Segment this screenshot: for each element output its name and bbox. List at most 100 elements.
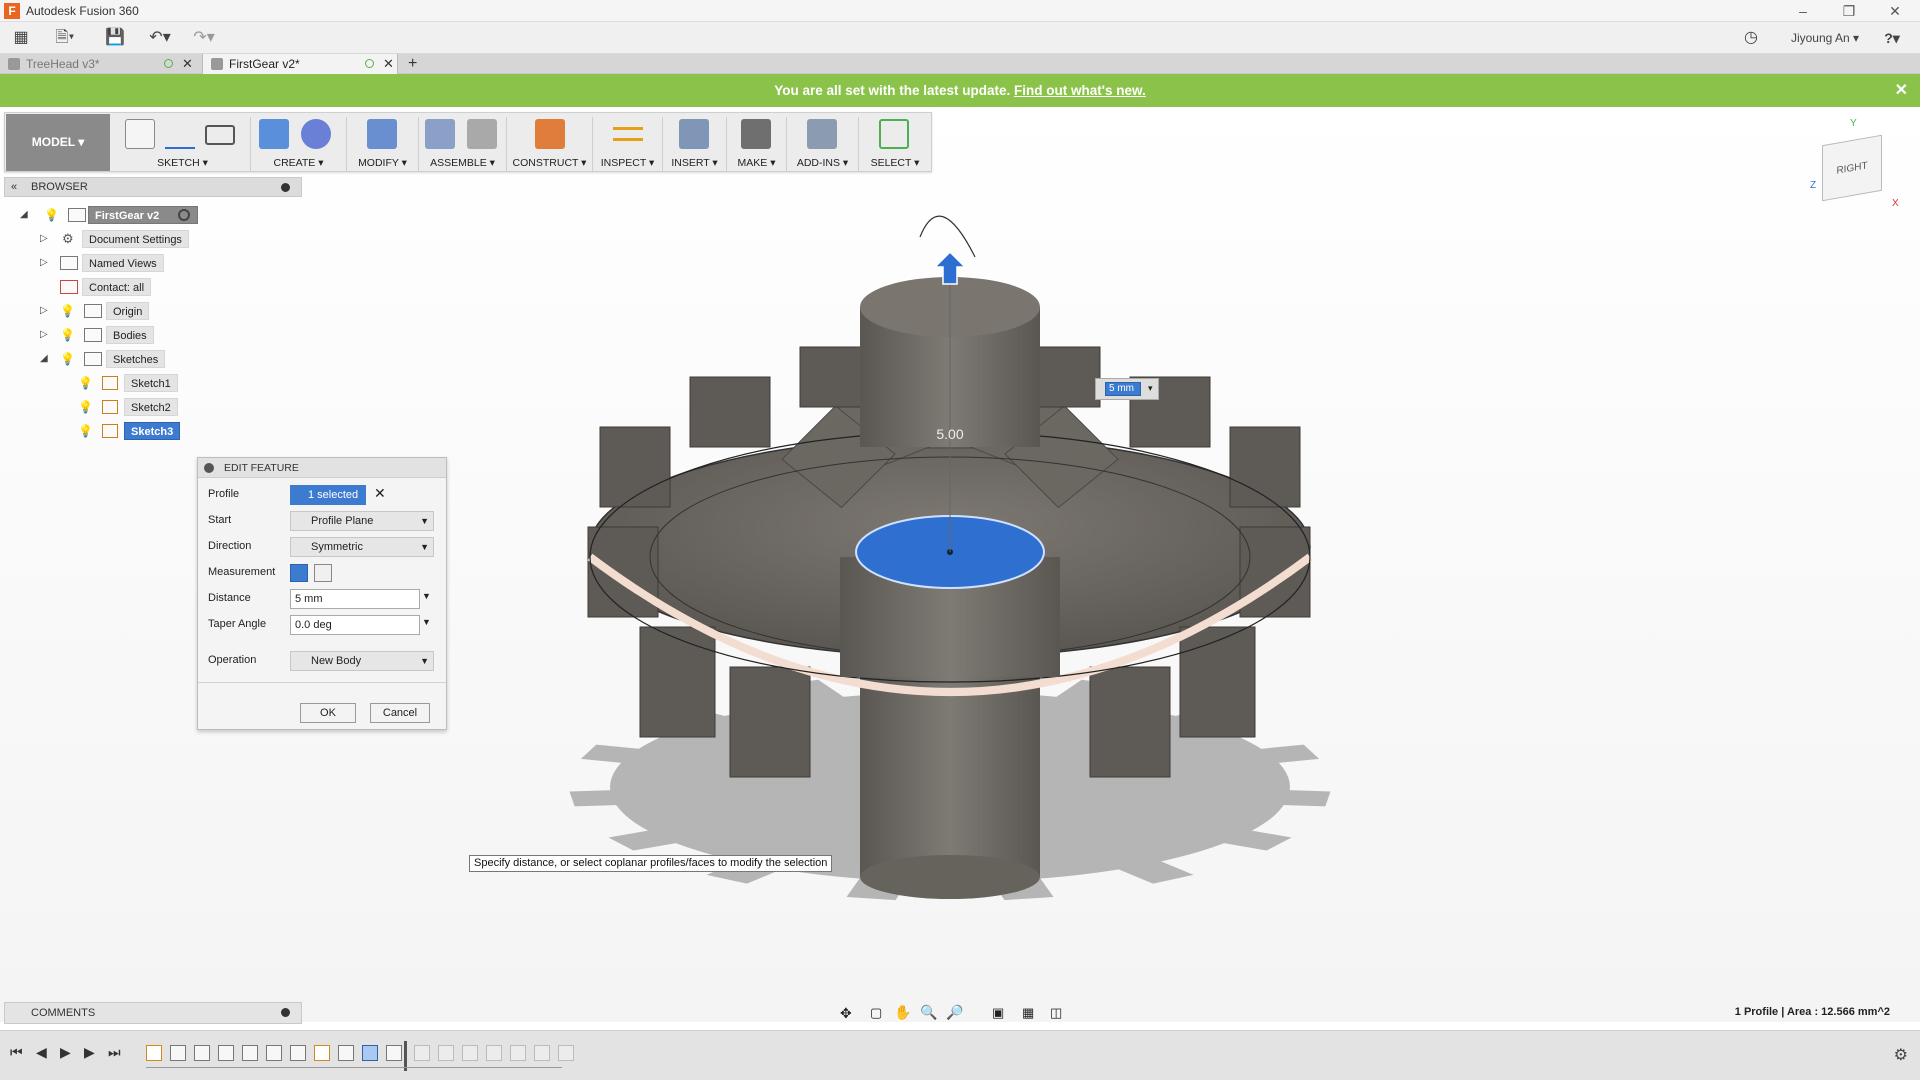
tab-treehead[interactable]: TreeHead v3* ✕ (0, 54, 198, 74)
profile-selection-button[interactable]: 1 selected (290, 485, 366, 505)
insert-group[interactable]: INSERT ▾ (663, 117, 727, 171)
collapse-arrow-icon[interactable]: ◢ (40, 354, 50, 364)
dimension-input-value[interactable]: 5 mm (1105, 382, 1141, 396)
visibility-bulb-icon[interactable]: 💡 (78, 376, 93, 390)
tab-firstgear[interactable]: FirstGear v2* ✕ (202, 54, 398, 74)
visibility-bulb-icon[interactable]: 💡 (60, 352, 75, 366)
distance-dropdown-icon[interactable]: ▼ (422, 591, 431, 601)
start-select[interactable]: Profile Plane ▼ (290, 511, 434, 531)
operation-select[interactable]: New Body ▼ (290, 651, 434, 671)
timeline-extrude-feature[interactable] (170, 1045, 186, 1061)
rectangle-icon[interactable] (205, 125, 235, 145)
step-forward-icon[interactable]: ▶ (84, 1044, 95, 1061)
tree-item-bodies[interactable]: ▷ 💡 Bodies (40, 325, 200, 345)
line-icon[interactable] (165, 119, 195, 149)
timeline-suppressed-feature[interactable] (558, 1045, 574, 1061)
measure-icon[interactable] (613, 127, 643, 141)
timeline-sketch-feature[interactable] (146, 1045, 162, 1061)
minimize-button[interactable]: – (1782, 0, 1824, 22)
expand-arrow-icon[interactable]: ▷ (40, 258, 50, 268)
dimension-dropdown-icon[interactable]: ▾ (1148, 383, 1153, 394)
cancel-button[interactable]: Cancel (370, 703, 430, 723)
timeline-feature[interactable] (194, 1045, 210, 1061)
data-panel-grid-icon[interactable]: ▦ (10, 27, 32, 49)
ok-button[interactable]: OK (300, 703, 356, 723)
offset-plane-icon[interactable] (535, 119, 565, 149)
look-at-icon[interactable]: ▢ (870, 1005, 882, 1021)
visibility-bulb-icon[interactable]: 💡 (60, 328, 75, 342)
browser-header[interactable]: « BROWSER (4, 177, 302, 197)
whats-new-link[interactable]: Find out what's new. (1014, 83, 1146, 98)
form-icon[interactable] (301, 119, 331, 149)
tree-root[interactable]: ◢ 💡 FirstGear v2 (20, 205, 200, 225)
grid-settings-icon[interactable]: ▦ (1022, 1005, 1034, 1021)
3d-print-icon[interactable] (741, 119, 771, 149)
timeline-feature[interactable] (386, 1045, 402, 1061)
orbit-icon[interactable]: ✥ (840, 1005, 852, 1022)
browser-pin-icon[interactable] (281, 183, 290, 192)
tree-item-label[interactable]: Sketches (106, 350, 166, 368)
tree-item-sketch1[interactable]: 💡 Sketch1 (78, 373, 198, 393)
close-tab-icon[interactable]: ✕ (182, 54, 193, 74)
undo-icon[interactable]: ↶▾ (144, 27, 176, 49)
collapse-dialog-icon[interactable] (204, 463, 214, 473)
go-to-start-icon[interactable]: ⏮ (10, 1044, 23, 1061)
redo-icon[interactable]: ↷▾ (188, 27, 220, 49)
modify-group[interactable]: MODIFY ▾ (347, 117, 419, 171)
expand-arrow-icon[interactable]: ▷ (40, 234, 50, 244)
timeline-suppressed-feature[interactable] (486, 1045, 502, 1061)
restore-button[interactable]: ❐ (1828, 0, 1870, 22)
help-icon[interactable]: ?▾ (1876, 27, 1908, 49)
timeline-feature[interactable] (218, 1045, 234, 1061)
close-banner-icon[interactable]: ✕ (1895, 74, 1908, 107)
timeline-suppressed-feature[interactable] (534, 1045, 550, 1061)
collapse-arrow-icon[interactable]: ◢ (20, 210, 30, 220)
taper-dropdown-icon[interactable]: ▼ (422, 617, 431, 627)
fit-zoom-icon[interactable]: 🔎 (946, 1004, 963, 1021)
view-cube[interactable]: RIGHT Y Z X (1800, 118, 1910, 218)
measure-whole-length-icon[interactable] (314, 564, 332, 582)
tree-item-label[interactable]: Document Settings (82, 230, 189, 248)
expand-arrow-icon[interactable]: ▷ (40, 306, 50, 316)
visibility-bulb-icon[interactable]: 💡 (78, 424, 93, 438)
sketch-group[interactable]: SKETCH ▾ (115, 117, 251, 171)
clear-selection-icon[interactable]: ✕ (374, 485, 386, 502)
insert-image-icon[interactable] (679, 119, 709, 149)
timeline-suppressed-feature[interactable] (462, 1045, 478, 1061)
view-cube-right-face[interactable]: RIGHT (1822, 134, 1882, 202)
go-to-end-icon[interactable]: ⏭ (108, 1044, 121, 1061)
dialog-header[interactable]: EDIT FEATURE (198, 458, 446, 478)
tree-item-label[interactable]: Sketch1 (124, 374, 178, 392)
workspace-switcher[interactable]: MODEL ▾ (6, 114, 110, 171)
extrude-icon[interactable] (259, 119, 289, 149)
display-settings-icon[interactable]: ▣ (992, 1005, 1004, 1021)
create-group[interactable]: CREATE ▾ (251, 117, 347, 171)
tree-item-label[interactable]: Named Views (82, 254, 164, 272)
file-menu-icon[interactable]: 🗎▾ (50, 27, 80, 49)
inspect-group[interactable]: INSPECT ▾ (593, 117, 663, 171)
close-tab-icon[interactable]: ✕ (383, 54, 394, 74)
new-component-icon[interactable] (425, 119, 455, 149)
select-group[interactable]: SELECT ▾ (859, 117, 931, 171)
add-ins-group[interactable]: ADD-INS ▾ (787, 117, 859, 171)
tree-item-label[interactable]: Sketch2 (124, 398, 178, 416)
construct-group[interactable]: CONSTRUCT ▾ (507, 117, 593, 171)
make-group[interactable]: MAKE ▾ (727, 117, 787, 171)
tree-item-label[interactable]: Contact: all (82, 278, 152, 296)
tree-item-sketch2[interactable]: 💡 Sketch2 (78, 397, 198, 417)
activate-radio-icon[interactable] (178, 209, 190, 221)
pan-hand-icon[interactable]: ✋ (894, 1004, 911, 1021)
tree-item-origin[interactable]: ▷ 💡 Origin (40, 301, 200, 321)
timeline-feature[interactable] (242, 1045, 258, 1061)
expand-arrow-icon[interactable]: ▷ (40, 330, 50, 340)
tree-item-label[interactable]: Origin (106, 302, 150, 320)
timeline-feature[interactable] (290, 1045, 306, 1061)
tree-item-contact[interactable]: Contact: all (40, 277, 200, 297)
job-status-clock-icon[interactable]: ◷ (1740, 27, 1762, 49)
timeline-feature[interactable] (266, 1045, 282, 1061)
direction-select[interactable]: Symmetric ▼ (290, 537, 434, 557)
create-sketch-icon[interactable] (125, 119, 155, 149)
collapse-browser-icon[interactable]: « (11, 178, 17, 196)
assemble-group[interactable]: ASSEMBLE ▾ (419, 117, 507, 171)
visibility-bulb-icon[interactable]: 💡 (44, 208, 59, 222)
